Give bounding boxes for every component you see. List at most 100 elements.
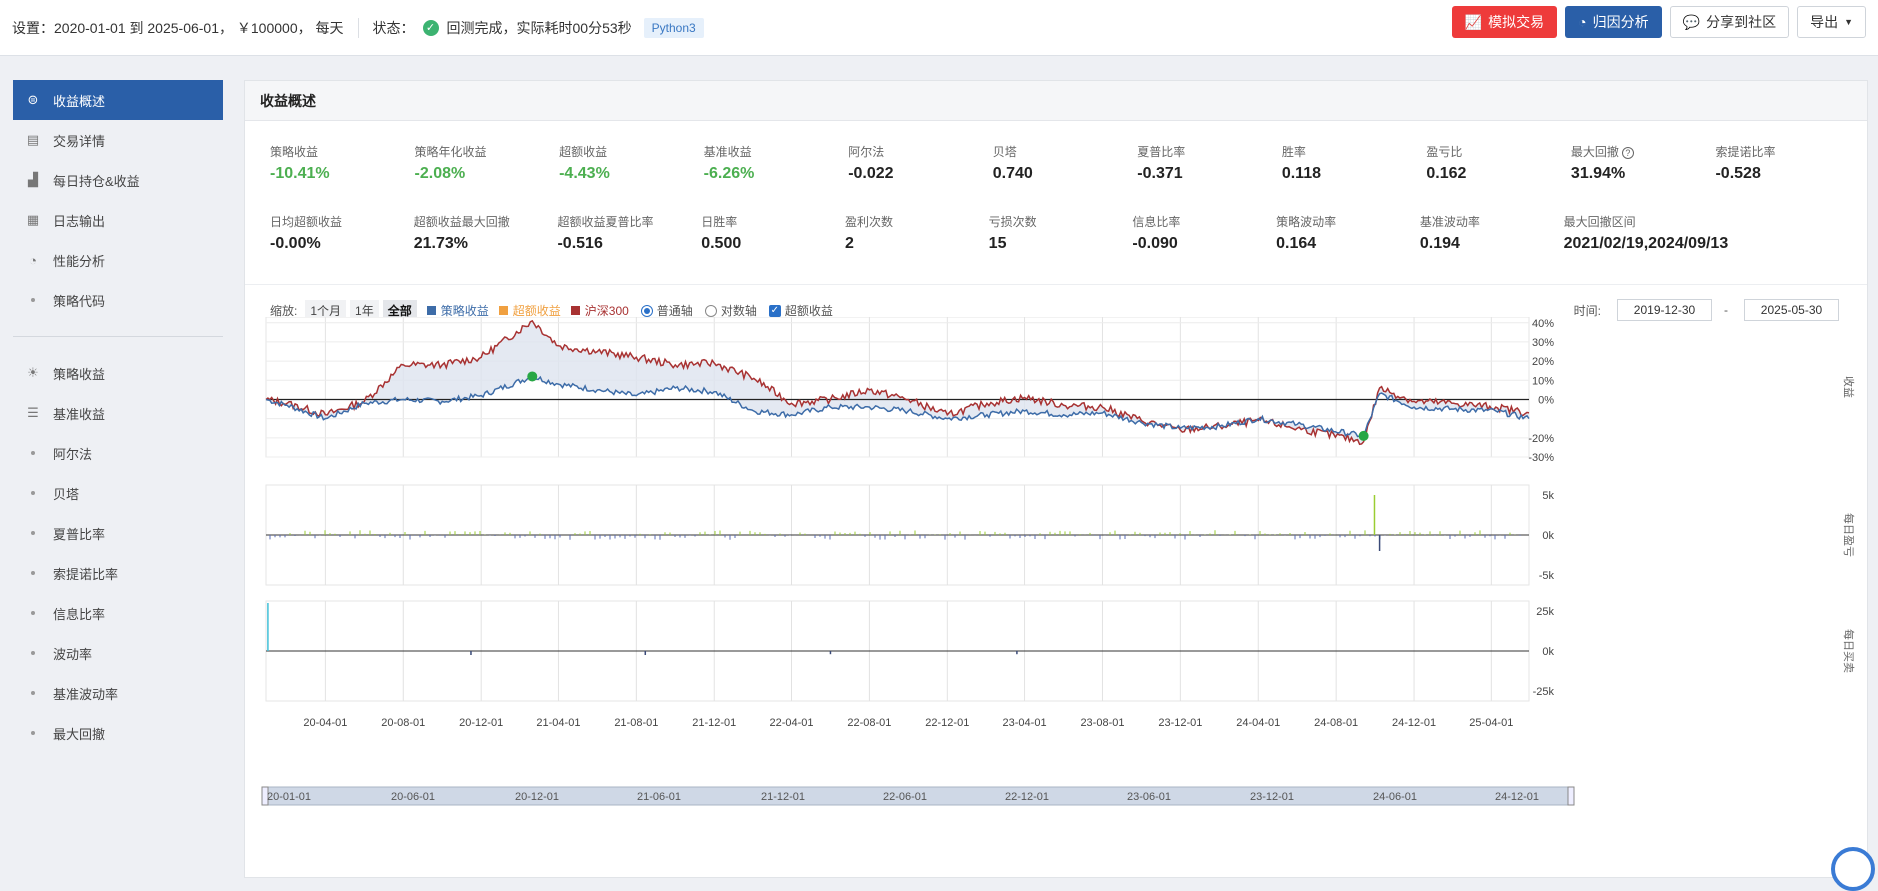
export-dropdown-button[interactable]: 导出 ▼ bbox=[1797, 6, 1866, 38]
bullet-icon bbox=[31, 491, 35, 495]
sidebar-item-label: 基准波动率 bbox=[53, 686, 119, 702]
metric-label: 阿尔法 bbox=[848, 143, 993, 159]
sidebar-item-strategy-return[interactable]: ☀ 策略收益 bbox=[13, 353, 223, 393]
sidebar-item-label: 索提诺比率 bbox=[53, 566, 119, 582]
metric-label-text: 盈亏比 bbox=[1426, 145, 1463, 159]
sidebar-item-log-output[interactable]: ▦ 日志输出 bbox=[13, 200, 223, 240]
sidebar-item-performance[interactable]: ◔ 性能分析 bbox=[13, 240, 223, 280]
metric-value: 0.162 bbox=[1426, 165, 1467, 182]
navigator-label: 22-06-01 bbox=[883, 791, 927, 803]
metric-value: -0.528 bbox=[1715, 165, 1761, 182]
y-tick-label: 40% bbox=[1532, 318, 1554, 330]
y-axis-title: 收益 bbox=[1842, 376, 1856, 398]
date-separator: - bbox=[1724, 303, 1728, 317]
log-axis-radio[interactable] bbox=[704, 304, 717, 317]
metric-label-text: 策略收益 bbox=[270, 145, 319, 159]
normal-axis-radio[interactable] bbox=[640, 304, 653, 317]
x-tick-label: 24-12-01 bbox=[1392, 717, 1436, 729]
sidebar-item-trade-details[interactable]: ▤ 交易详情 bbox=[13, 120, 223, 160]
metric-card: 超额收益夏普比率 -0.516 bbox=[557, 213, 701, 283]
metrics-row: 策略收益 -10.41% 策略年化收益 -2.08% 超额收益 -4.43% 基准收益 -6.… bbox=[270, 143, 1860, 213]
charts-area[interactable]: 40% 30% 20% 10% 0% -20% -30% 收益 5k 0k -5k 每日盈亏 25k 0k… bbox=[245, 317, 1867, 877]
y-tick-label: 30% bbox=[1532, 337, 1554, 349]
database-icon: ☰ bbox=[27, 405, 39, 420]
metric-card: 基准波动率 0.194 bbox=[1420, 213, 1564, 283]
metric-card: 超额收益 -4.43% bbox=[559, 143, 704, 213]
sidebar-item-beta[interactable]: 贝塔 bbox=[13, 473, 223, 513]
y-tick-label: 25k bbox=[1536, 606, 1554, 618]
help-icon[interactable]: ? bbox=[1621, 147, 1634, 159]
bullet-icon bbox=[31, 531, 35, 535]
y-tick-label: 20% bbox=[1532, 356, 1554, 368]
scroll-top-widget[interactable] bbox=[1831, 847, 1875, 891]
x-tick-label: 21-08-01 bbox=[614, 717, 658, 729]
sidebar-item-label: 波动率 bbox=[53, 646, 93, 662]
panel-title: 收益概述 bbox=[245, 81, 1867, 121]
metric-label-text: 策略波动率 bbox=[1276, 215, 1337, 229]
bullet-icon bbox=[31, 451, 35, 455]
export-label: 导出 bbox=[1810, 14, 1839, 30]
x-tick-label: 23-08-01 bbox=[1080, 717, 1124, 729]
metric-value: -0.00% bbox=[270, 235, 321, 252]
metric-card: 信息比率 -0.090 bbox=[1132, 213, 1276, 283]
sidebar-item-label: 阿尔法 bbox=[53, 446, 93, 462]
metric-card: 盈利次数 2 bbox=[845, 213, 989, 283]
navigator-label: 21-06-01 bbox=[637, 791, 681, 803]
settings-value: 2020-01-01 到 2025-06-01， ￥100000， 每天 bbox=[54, 19, 344, 36]
sidebar-item-label: 性能分析 bbox=[53, 253, 106, 269]
sidebar-item-label: 基准收益 bbox=[53, 406, 106, 422]
bullet-icon bbox=[31, 691, 35, 695]
x-tick-label: 25-04-01 bbox=[1469, 717, 1513, 729]
metric-label: 贝塔 bbox=[993, 143, 1138, 159]
navigator-label: 21-12-01 bbox=[761, 791, 805, 803]
sidebar-item-sortino[interactable]: 索提诺比率 bbox=[13, 553, 223, 593]
metric-value: 0.500 bbox=[701, 235, 742, 252]
toolbar-actions: 📈 模拟交易 ◔ 归因分析 💬 分享到社区 导出 ▼ bbox=[1451, 6, 1866, 38]
legend-swatch bbox=[498, 306, 508, 315]
x-tick-label: 22-08-01 bbox=[847, 717, 891, 729]
metric-card: 日胜率 0.500 bbox=[701, 213, 845, 283]
check-circle-icon: ✓ bbox=[422, 19, 439, 36]
attribution-analysis-button[interactable]: ◔ 归因分析 bbox=[1565, 6, 1662, 38]
metric-label-text: 日胜率 bbox=[701, 215, 738, 229]
sidebar-item-volatility[interactable]: 波动率 bbox=[13, 633, 223, 673]
status-value: 回测完成，实际耗时00分53秒 bbox=[446, 19, 632, 36]
sidebar-item-alpha[interactable]: 阿尔法 bbox=[13, 433, 223, 473]
sidebar-item-info-ratio[interactable]: 信息比率 bbox=[13, 593, 223, 633]
y-tick-label: 10% bbox=[1532, 375, 1554, 387]
sidebar-item-benchmark-return[interactable]: ☰ 基准收益 bbox=[13, 393, 223, 433]
metric-card: 胜率 0.118 bbox=[1282, 143, 1427, 213]
metric-label: 基准波动率 bbox=[1420, 213, 1564, 229]
metric-label-text: 索提诺比率 bbox=[1715, 145, 1776, 159]
sidebar-item-benchmark-volatility[interactable]: 基准波动率 bbox=[13, 673, 223, 713]
share-community-button[interactable]: 💬 分享到社区 bbox=[1669, 6, 1790, 38]
pie-icon: ◔ bbox=[29, 252, 37, 268]
calendar-icon: ▦ bbox=[26, 212, 40, 227]
metric-label-text: 夏普比率 bbox=[1137, 145, 1186, 159]
sidebar-item-label: 贝塔 bbox=[53, 486, 80, 502]
metric-label: 盈亏比 bbox=[1426, 143, 1571, 159]
excess-return-checkbox[interactable]: ✓ bbox=[768, 304, 781, 317]
time-label: 时间: bbox=[1573, 303, 1601, 318]
sidebar-item-sharpe[interactable]: 夏普比率 bbox=[13, 513, 223, 553]
navigator-label: 20-12-01 bbox=[515, 791, 559, 803]
bullet-icon bbox=[31, 731, 35, 735]
metric-label-text: 超额收益 bbox=[559, 145, 608, 159]
sidebar-item-daily-positions[interactable]: ▟ 每日持仓&收益 bbox=[13, 160, 223, 200]
metric-label: 夏普比率 bbox=[1137, 143, 1282, 159]
main-panel: 收益概述 策略收益 -10.41% 策略年化收益 -2.08% 超额收益 -4.43% 基准… bbox=[244, 80, 1875, 891]
legend-swatch bbox=[570, 306, 580, 315]
metric-value: -0.090 bbox=[1132, 235, 1178, 252]
attribution-analysis-label: 归因分析 bbox=[1592, 14, 1649, 30]
metric-label-text: 最大回撤区间 bbox=[1563, 215, 1636, 229]
metric-label: 胜率 bbox=[1282, 143, 1427, 159]
metric-value: 0.118 bbox=[1281, 165, 1321, 182]
sidebar-item-label: 信息比率 bbox=[53, 606, 106, 622]
simulate-trade-button[interactable]: 📈 模拟交易 bbox=[1451, 6, 1558, 38]
sidebar-item-strategy-code[interactable]: 策略代码 bbox=[13, 280, 223, 320]
sidebar-item-max-drawdown[interactable]: 最大回撤 bbox=[13, 713, 223, 753]
navigator-label: 24-12-01 bbox=[1495, 791, 1539, 803]
pie-chart-icon: ◔ bbox=[1578, 14, 1587, 30]
share-community-label: 分享到社区 bbox=[1706, 14, 1777, 30]
sidebar-item-return-overview[interactable]: ⊜ 收益概述 bbox=[13, 80, 223, 120]
